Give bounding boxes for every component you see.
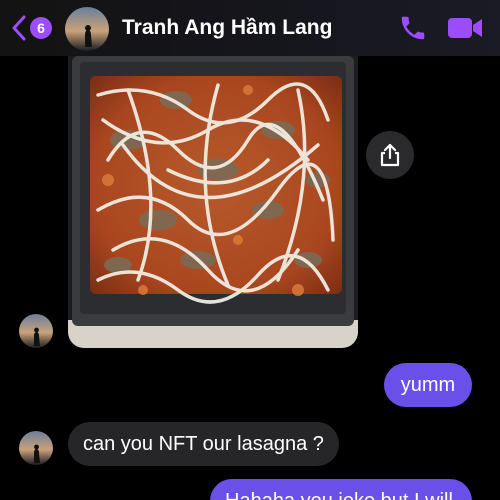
- back-button[interactable]: 6: [12, 14, 58, 42]
- photo-lasagna: [68, 50, 358, 348]
- video-camera-icon: [448, 18, 482, 38]
- chat-header: 6 Tranh Ang Hầm Lang: [0, 0, 500, 56]
- contact-avatar[interactable]: [65, 7, 109, 51]
- message-bubble-incoming[interactable]: can you NFT our lasagna ?: [68, 422, 339, 466]
- message-bubble-outgoing[interactable]: Hahaha you joke but I will: [210, 479, 472, 500]
- chevron-left-icon: [12, 15, 26, 41]
- sender-avatar[interactable]: [19, 431, 53, 465]
- unread-count-badge: 6: [30, 17, 52, 39]
- sender-avatar[interactable]: [19, 314, 53, 348]
- contact-name[interactable]: Tranh Ang Hầm Lang: [122, 16, 332, 40]
- audio-call-button[interactable]: [398, 13, 428, 43]
- lasagna-photo[interactable]: [68, 50, 358, 348]
- share-button[interactable]: [366, 131, 414, 179]
- message-bubble-outgoing[interactable]: yumm: [384, 363, 472, 407]
- phone-icon: [401, 16, 425, 40]
- video-call-button[interactable]: [446, 14, 484, 42]
- share-icon: [380, 143, 400, 167]
